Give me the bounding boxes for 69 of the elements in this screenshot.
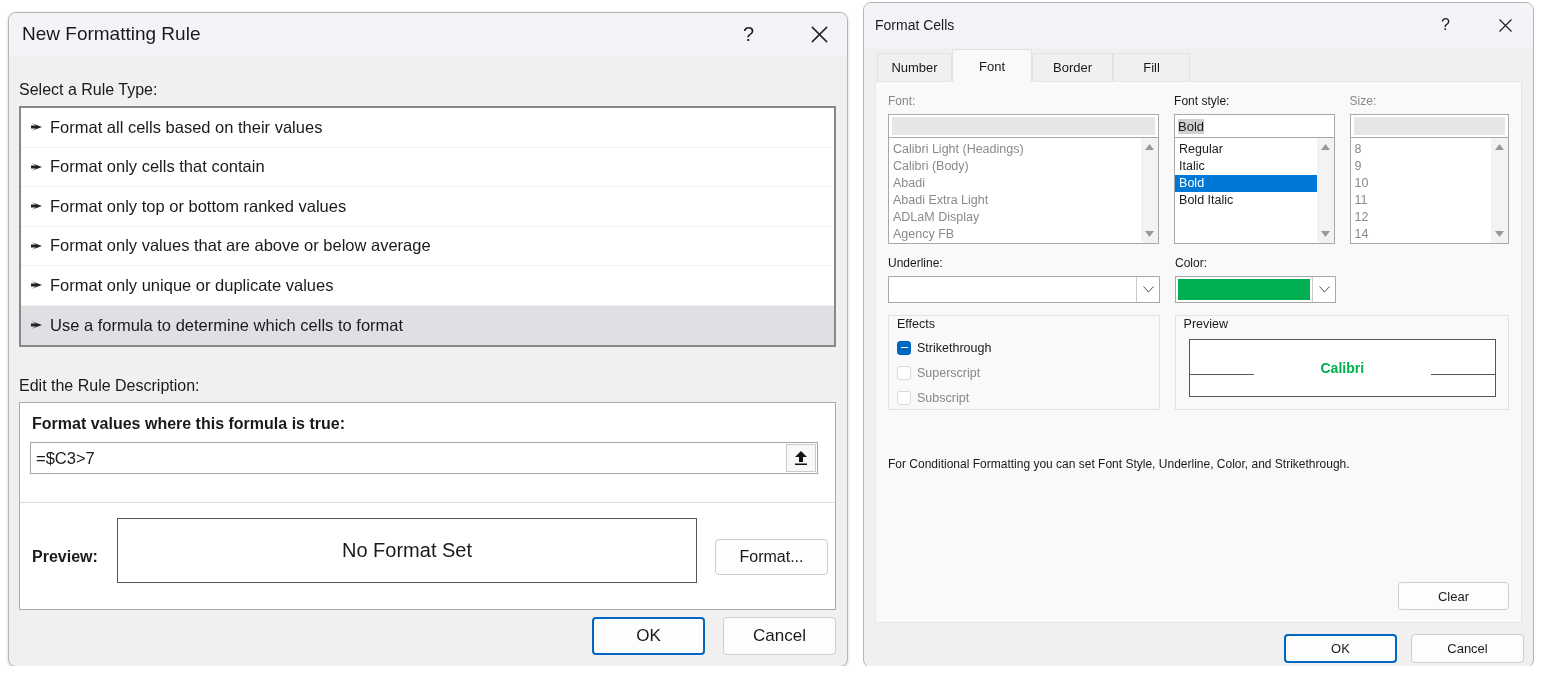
- rule-type-item[interactable]: Use a formula to determine which cells to format: [21, 305, 834, 345]
- close-icon[interactable]: [810, 24, 829, 44]
- dialog-title: New Formatting Rule: [22, 23, 202, 45]
- underline-label: Underline:: [888, 256, 944, 272]
- pointer-icon: [31, 241, 42, 250]
- dialog-title: Format Cells: [875, 17, 956, 33]
- rule-type-label: Format all cells based on their values: [50, 117, 323, 137]
- preview-label: Preview:: [32, 548, 99, 566]
- rule-type-label: Format only cells that contain: [50, 157, 265, 177]
- underline-dropdown[interactable]: [888, 276, 1160, 303]
- font-style-label: Font style:: [1174, 94, 1231, 110]
- rule-type-label: Use a formula to determine which cells to format: [50, 315, 404, 335]
- chevron-down-icon: [1318, 286, 1330, 293]
- font-field[interactable]: [888, 114, 1160, 138]
- section-label: Select a Rule Type:: [19, 81, 158, 99]
- close-icon[interactable]: [1498, 17, 1513, 33]
- formula-label: Format values where this formula is true:: [32, 415, 345, 433]
- formula-field[interactable]: =$C3>7: [30, 442, 818, 474]
- checkbox-label: Strikethrough: [917, 340, 992, 355]
- checkbox-label: Superscript: [917, 365, 981, 380]
- rule-type-item[interactable]: Format all cells based on their values: [21, 108, 834, 148]
- color-label: Color:: [1175, 256, 1208, 272]
- help-button[interactable]: ?: [742, 22, 754, 46]
- rule-type-item[interactable]: Format only top or bottom ranked values: [21, 187, 834, 227]
- up-arrow-icon[interactable]: [1320, 144, 1330, 150]
- help-button[interactable]: ?: [1441, 16, 1450, 34]
- pointer-icon: [31, 281, 42, 290]
- tab[interactable]: Fill: [1113, 53, 1190, 81]
- info-text: For Conditional Formatting you can set Font Style, Underline, Color, and Strikethrough.: [888, 457, 1351, 471]
- upload-arrow-icon: [795, 451, 807, 465]
- rule-type-item[interactable]: Format only cells that contain: [21, 147, 834, 187]
- font-style-item[interactable]: Italic: [1175, 158, 1317, 175]
- tab[interactable]: Border: [1032, 53, 1113, 81]
- down-arrow-icon[interactable]: [1320, 231, 1330, 237]
- rule-type-label: Format only values that are above or below average: [50, 236, 431, 256]
- preview-sample: Calibri: [1320, 360, 1365, 376]
- section-label: Edit the Rule Description:: [19, 377, 200, 395]
- pointer-icon: [31, 162, 42, 171]
- clear-button[interactable]: Clear: [1398, 582, 1509, 610]
- pointer-icon: [31, 202, 42, 211]
- size-field[interactable]: [1349, 114, 1509, 138]
- chevron-down-icon: [1142, 286, 1154, 293]
- font-label: Font:: [888, 94, 917, 110]
- rule-type-label: Format only unique or duplicate values: [50, 275, 334, 295]
- ok-button[interactable]: OK: [1284, 634, 1397, 663]
- size-label: Size:: [1349, 94, 1378, 110]
- ok-button[interactable]: OK: [592, 617, 705, 655]
- font-style-item[interactable]: Bold: [1175, 175, 1317, 192]
- checkbox-label: Subscript: [917, 390, 970, 405]
- color-dropdown[interactable]: [1175, 276, 1336, 303]
- cancel-button[interactable]: Cancel: [723, 617, 836, 655]
- rule-type-label: Format only top or bottom ranked values: [50, 196, 347, 216]
- scrollbar[interactable]: [1316, 138, 1334, 243]
- pointer-icon: [31, 123, 42, 132]
- font-style-item[interactable]: Bold Italic: [1175, 192, 1317, 209]
- format-button[interactable]: Format...: [715, 539, 828, 575]
- rule-type-item[interactable]: Format only unique or duplicate values: [21, 266, 834, 306]
- tab[interactable]: Number: [877, 53, 952, 81]
- font-style-field[interactable]: Bold: [1174, 114, 1335, 138]
- group-title: Effects: [897, 317, 935, 331]
- preview-box: No Format Set: [117, 518, 697, 583]
- cancel-button[interactable]: Cancel: [1411, 634, 1524, 663]
- font-style-item[interactable]: Regular: [1175, 141, 1317, 158]
- group-title: Preview: [1183, 317, 1229, 331]
- rule-type-item[interactable]: Format only values that are above or below average: [21, 226, 834, 266]
- checkbox[interactable]: [897, 340, 911, 355]
- tab[interactable]: Font: [952, 49, 1032, 82]
- pointer-icon: [31, 321, 42, 330]
- collapse-button[interactable]: [786, 444, 816, 472]
